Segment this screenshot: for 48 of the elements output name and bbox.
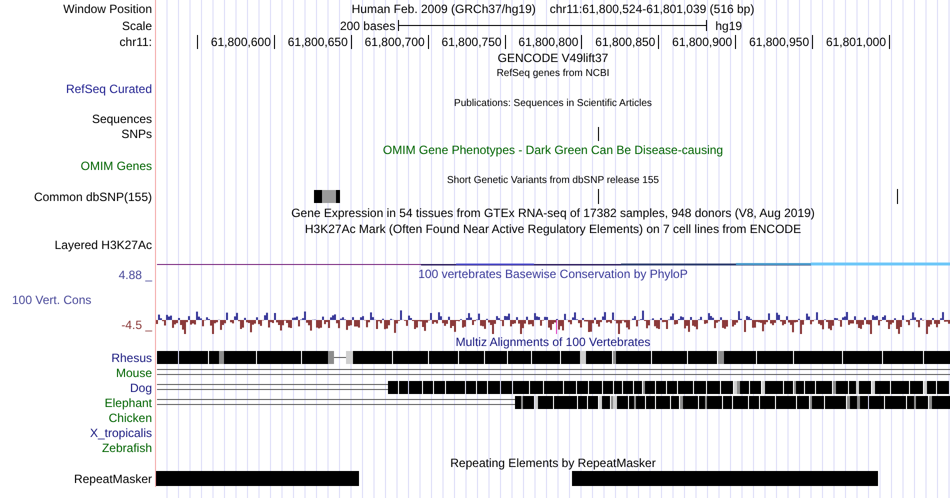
track-label[interactable]: Elephant [104, 396, 152, 410]
assembly-label: hg19 [715, 18, 742, 32]
variant-mark [598, 189, 599, 204]
track-label: Window Position [63, 2, 152, 16]
track-label[interactable]: SNPs [121, 127, 152, 141]
variant-block [314, 190, 340, 203]
track-title: Multiz Alignments of 100 Vertebrates [456, 335, 650, 349]
track-label[interactable]: OMIM Genes [80, 158, 152, 172]
track-description: RefSeq genes from NCBI [496, 68, 610, 79]
position-text: chr11:61,800,524-61,801,039 (516 bp) [550, 2, 754, 16]
ruler-tick-label: 61,800,600 [198, 35, 275, 49]
ruler-tick-label: 61,800,950 [736, 35, 814, 49]
ruler-tick [197, 35, 198, 49]
variant-mark [897, 189, 898, 204]
track-label[interactable]: Chicken [108, 410, 152, 424]
ruler-tick-label: 61,801,000 [813, 35, 890, 49]
track-title: OMIM Gene Phenotypes - Dark Green Can Be Disease-causing [382, 143, 724, 157]
track-label[interactable]: Rhesus [111, 350, 152, 364]
assembly-title: Human Feb. 2009 (GRCh37/hg19) [352, 2, 536, 16]
track-label[interactable]: Common dbSNP(155) [34, 190, 152, 204]
track-title: H3K27Ac Mark (Often Found Near Active Regulatory Elements) on 7 cell lines from ENCODE [304, 222, 802, 236]
axis-min-label: -4.5 _ [120, 318, 152, 332]
ruler-tick-label: 61,800,750 [428, 35, 506, 49]
track-label: Scale [122, 18, 152, 32]
track-title: Repeating Elements by RepeatMasker [450, 456, 656, 470]
ruler-tick-label: 61,800,800 [506, 35, 582, 49]
track-title: GENCODE V49lift37 [498, 51, 608, 65]
track-title: Gene Expression in 54 tissues from GTEx RNA-seq of 17382 samples, 948 donors (V8, Aug 2019) [291, 206, 815, 220]
track-description: Short Genetic Variants from dbSNP release 155 [447, 175, 659, 186]
track-label[interactable]: Layered H3K27Ac [54, 238, 152, 252]
track-label[interactable]: Zebrafish [102, 440, 152, 454]
track-label[interactable]: RefSeq Curated [66, 82, 152, 96]
ruler-tick-label: 61,800,650 [274, 35, 352, 49]
track-label[interactable]: 100 Vert. Cons [0, 293, 92, 307]
axis-max-label: 4.88 _ [118, 268, 152, 282]
track-title: 100 vertebrates Basewise Conservation by PhyloP [418, 267, 688, 282]
ruler-tick-label: 61,800,850 [582, 35, 660, 49]
track-label[interactable]: Dog [130, 380, 152, 394]
track-label[interactable]: Sequences [92, 112, 152, 126]
scale-label: 200 bases [340, 18, 396, 32]
track-label[interactable]: Mouse [116, 366, 152, 380]
ruler-tick-label: 61,800,900 [659, 35, 736, 49]
ruler-tick-label: 61,800,700 [352, 35, 429, 49]
variant-mark [598, 127, 599, 141]
track-label[interactable]: X_tropicalis [90, 426, 152, 440]
track-label[interactable]: RepeatMasker [74, 472, 152, 486]
track-description: Publications: Sequences in Scientific Articles [454, 98, 652, 109]
track-label: chr11: [120, 35, 152, 49]
